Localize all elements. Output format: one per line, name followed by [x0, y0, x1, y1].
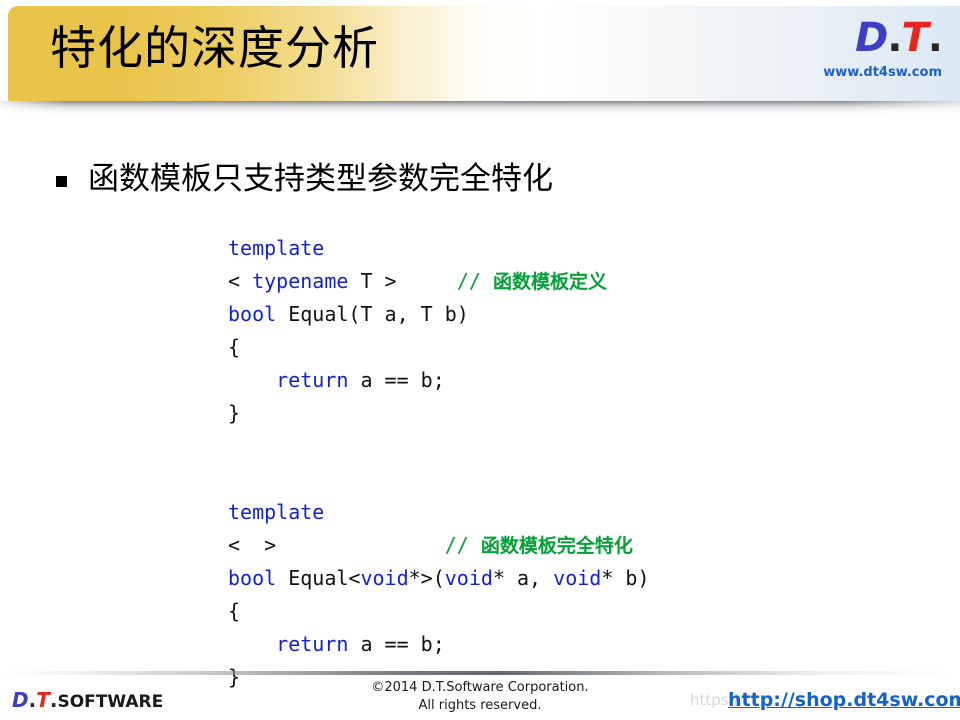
bullet-item-label: 函数模板只支持类型参数完全特化	[88, 161, 553, 197]
code-token: 函数模板定义	[492, 271, 607, 293]
shop-link[interactable]: http://shop.dt4sw.com	[728, 688, 960, 712]
code-line: return a == b;	[228, 628, 650, 661]
slide-canvas: 特化的深度分析 D.T. www.dt4sw.com 函数模板只支持类型参数完全…	[0, 0, 960, 720]
code-token: < >	[228, 533, 277, 557]
code-line: {	[228, 595, 650, 628]
code-line: template	[228, 496, 650, 529]
code-token: //	[456, 269, 493, 293]
code-token: {	[228, 335, 241, 359]
logo-dot-2: .	[927, 15, 943, 61]
code-snippet: template < typename T > // 函数模板定义 bool Equ…	[228, 232, 650, 694]
code-line: < typename T > // 函数模板定义	[228, 265, 650, 298]
brand-logo-header: D.T. www.dt4sw.com	[804, 14, 943, 92]
copyright-line-2: All rights reserved.	[418, 698, 542, 713]
code-token: //	[444, 533, 481, 557]
code-token: 函数模板完全特化	[480, 535, 633, 557]
code-token: void	[444, 566, 493, 590]
code-line: template	[228, 232, 650, 265]
copyright-notice: ©2014 D.T.Software Corporation. All righ…	[280, 679, 680, 715]
footer-divider	[0, 671, 960, 675]
code-token: void	[360, 566, 409, 590]
code-token: }	[228, 665, 241, 689]
code-token: {	[228, 599, 241, 623]
code-token: void	[553, 566, 602, 590]
copyright-line-1: ©2014 D.T.Software Corporation.	[371, 680, 589, 695]
code-token: a == b;	[348, 368, 445, 392]
footer-logo-letter-d: D	[12, 688, 29, 712]
code-token: *>(	[408, 566, 445, 590]
code-token: Equal(T a, T b)	[276, 302, 469, 326]
brand-logo-footer: D.T.SOFTWARE	[12, 688, 163, 714]
code-token: template	[228, 500, 325, 524]
code-token: typename	[252, 269, 349, 293]
code-line: {	[228, 331, 650, 364]
logo-letter-d: D	[855, 15, 888, 61]
brand-logo-mark: D.T.	[804, 14, 943, 62]
page-title: 特化的深度分析	[50, 21, 379, 75]
code-token: template	[228, 236, 325, 260]
code-token: T >	[348, 269, 397, 293]
code-line: bool Equal<void*>(void* a, void* b)	[228, 562, 650, 595]
code-token: bool	[228, 566, 277, 590]
code-line: return a == b;	[228, 364, 650, 397]
code-token: Equal<	[276, 566, 361, 590]
code-token: a == b;	[348, 632, 445, 656]
code-token: * b)	[601, 566, 650, 590]
code-token: }	[228, 401, 241, 425]
code-token: return	[276, 632, 349, 656]
code-token: <	[228, 269, 253, 293]
header-shadow-divider	[0, 101, 960, 114]
code-token: * a,	[492, 566, 554, 590]
footer-logo-word: SOFTWARE	[57, 692, 164, 712]
square-bullet-icon	[56, 176, 67, 187]
logo-letter-t: T	[901, 15, 929, 61]
code-line: bool Equal(T a, T b)	[228, 298, 650, 331]
brand-website-url: www.dt4sw.com	[823, 65, 942, 80]
code-line: < > // 函数模板完全特化	[228, 529, 650, 562]
footer-logo-letter-t: T	[36, 688, 50, 712]
code-token: return	[276, 368, 349, 392]
logo-dot-1: .	[887, 15, 902, 61]
bullet-item: 函数模板只支持类型参数完全特化	[56, 157, 553, 201]
code-token: bool	[228, 302, 277, 326]
code-line: }	[228, 397, 650, 430]
shop-link-area[interactable]: https:// http://shop.dt4sw.com	[690, 687, 960, 713]
